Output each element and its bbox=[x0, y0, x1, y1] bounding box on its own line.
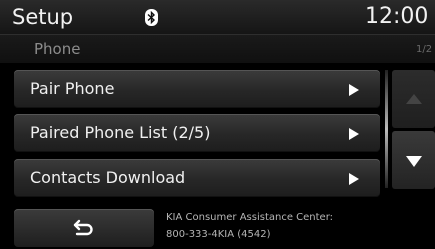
arrow-right-icon bbox=[349, 84, 359, 96]
screen-title: Setup bbox=[12, 5, 74, 29]
scroll-up-button[interactable] bbox=[392, 70, 435, 128]
back-button[interactable] bbox=[14, 209, 154, 247]
back-arrow-icon bbox=[73, 219, 93, 236]
menu-item-paired-phone-list[interactable]: Paired Phone List (2/5) bbox=[14, 114, 380, 152]
menu-item-pair-phone[interactable]: Pair Phone bbox=[14, 70, 380, 108]
menu-item-label: Pair Phone bbox=[30, 79, 115, 98]
consumer-assistance-info: KIA Consumer Assistance Center: 800-333-… bbox=[166, 209, 333, 243]
section-title: Phone bbox=[34, 40, 81, 58]
bluetooth-icon bbox=[145, 9, 158, 26]
scroll-divider bbox=[385, 70, 388, 188]
menu-item-label: Contacts Download bbox=[30, 168, 186, 187]
assist-phone: 800-333-4KIA (4542) bbox=[166, 229, 271, 240]
scroll-up-icon bbox=[406, 94, 422, 104]
page-indicator: 1/2 bbox=[416, 44, 433, 55]
assist-title: KIA Consumer Assistance Center: bbox=[166, 212, 334, 223]
menu-item-contacts-download[interactable]: Contacts Download bbox=[14, 159, 380, 197]
arrow-right-icon bbox=[349, 173, 359, 185]
status-bar: Setup 12:00 bbox=[0, 0, 435, 34]
sub-header: Phone 1/2 bbox=[0, 34, 435, 63]
arrow-right-icon bbox=[349, 128, 359, 140]
scroll-down-icon bbox=[406, 156, 422, 167]
clock: 12:00 bbox=[365, 4, 429, 29]
scroll-down-button[interactable] bbox=[392, 131, 435, 189]
menu-item-label: Paired Phone List (2/5) bbox=[30, 123, 211, 142]
